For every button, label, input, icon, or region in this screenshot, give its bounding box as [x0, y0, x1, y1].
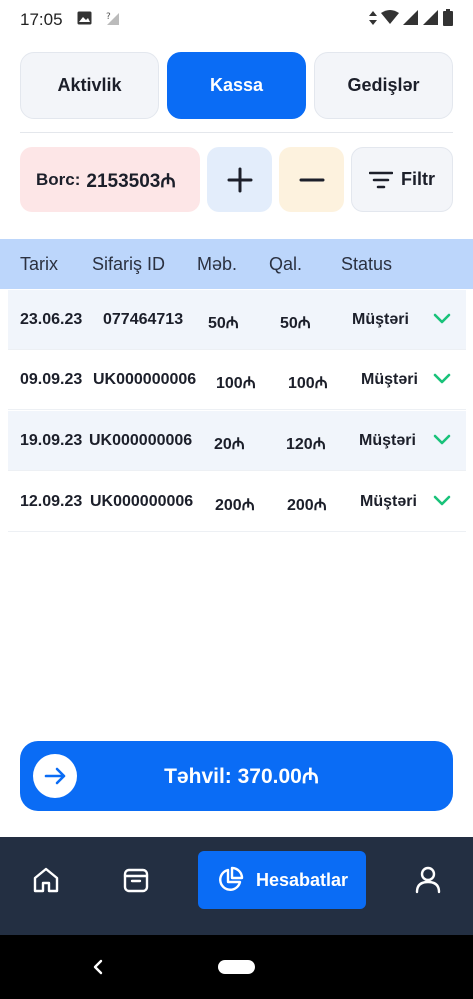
- signal-icon: [403, 10, 419, 30]
- pie-chart-icon: [219, 866, 244, 891]
- svg-text:?: ?: [106, 12, 111, 22]
- header-remaining: Qal.: [269, 254, 303, 274]
- system-nav-bar: [0, 935, 473, 999]
- header-status: Status: [341, 254, 393, 274]
- filter-label: Filtr: [401, 169, 435, 189]
- user-icon: [415, 866, 441, 894]
- row-status: Müştəri: [352, 311, 409, 328]
- status-bar: 17:05 ?: [0, 0, 473, 40]
- row-date: 23.06.23: [20, 311, 83, 328]
- row-remaining: 100₼: [288, 375, 328, 392]
- tab-bar: Aktivlik Kassa Gedişlər: [20, 52, 453, 119]
- row-remaining: 200₼: [287, 497, 327, 514]
- row-date: 09.09.23: [20, 371, 83, 388]
- nav-profile[interactable]: [406, 851, 450, 909]
- signal-icon-2: [423, 10, 439, 30]
- header-order-id: Sifariş ID: [92, 254, 166, 274]
- plus-icon: [227, 167, 252, 192]
- gallery-icon: [77, 10, 92, 30]
- table-header: Tarix Sifariş ID Məb. Qal. Status: [0, 239, 473, 289]
- archive-box-icon: [123, 868, 149, 893]
- row-remaining: 50₼: [280, 315, 311, 332]
- debt-label: Borc:: [36, 169, 81, 189]
- debt-card: Borc: 2153503₼: [20, 147, 200, 212]
- nav-reports[interactable]: Hesabatlar: [198, 851, 366, 909]
- handover-label: Təhvil: 370.00₼: [164, 765, 319, 788]
- table-row[interactable]: 23.06.23 077464713 50₼ 50₼ Müştəri: [8, 290, 466, 350]
- battery-icon: [443, 9, 453, 31]
- nav-orders[interactable]: [114, 851, 158, 909]
- home-pill[interactable]: [218, 960, 255, 974]
- header-date: Tarix: [20, 254, 59, 274]
- nav-home[interactable]: [25, 851, 67, 909]
- status-time: 17:05: [20, 10, 63, 29]
- header-amount: Məb.: [197, 254, 238, 274]
- arrow-right-icon: [44, 767, 66, 785]
- home-icon: [33, 867, 59, 893]
- row-amount: 50₼: [208, 315, 239, 332]
- divider: [20, 132, 453, 133]
- bottom-nav: Hesabatlar: [0, 837, 473, 935]
- row-order-id: 077464713: [103, 311, 184, 328]
- table-row[interactable]: 09.09.23 UK000000006 100₼ 100₼ Müştəri: [8, 350, 466, 410]
- actions-row: Borc: 2153503₼ Filtr: [20, 147, 453, 212]
- no-signal-icon: ?: [106, 10, 120, 31]
- arrow-right-circle: [33, 754, 77, 798]
- nav-reports-label: Hesabatlar: [255, 869, 349, 890]
- row-remaining: 120₼: [286, 436, 326, 453]
- table-row[interactable]: 19.09.23 UK000000006 20₼ 120₼ Müştəri: [8, 411, 466, 471]
- row-amount: 200₼: [215, 497, 255, 514]
- chevron-down-icon[interactable]: [432, 368, 452, 388]
- data-arrows-icon: [369, 10, 377, 30]
- row-status: Müştəri: [360, 493, 417, 510]
- back-icon[interactable]: [88, 955, 108, 979]
- filter-icon: [369, 171, 393, 188]
- row-status: Müştəri: [361, 371, 418, 388]
- add-button[interactable]: [207, 147, 272, 212]
- row-date: 12.09.23: [20, 493, 83, 510]
- chevron-down-icon[interactable]: [432, 429, 452, 449]
- chevron-down-icon[interactable]: [432, 308, 452, 328]
- wifi-icon: [381, 10, 399, 30]
- row-status: Müştəri: [359, 432, 416, 449]
- tab-gedisler[interactable]: Gedişlər: [314, 52, 453, 119]
- tab-aktivlik[interactable]: Aktivlik: [20, 52, 159, 119]
- tab-kassa[interactable]: Kassa: [167, 52, 306, 119]
- row-order-id: UK000000006: [90, 493, 194, 510]
- row-order-id: UK000000006: [93, 371, 197, 388]
- row-order-id: UK000000006: [89, 432, 193, 449]
- debt-value: 2153503₼: [86, 170, 176, 192]
- minus-icon: [299, 178, 324, 181]
- chevron-down-icon[interactable]: [432, 490, 452, 510]
- row-amount: 20₼: [214, 436, 245, 453]
- row-amount: 100₼: [216, 375, 256, 392]
- subtract-button[interactable]: [279, 147, 344, 212]
- row-date: 19.09.23: [20, 432, 83, 449]
- handover-button[interactable]: Təhvil: 370.00₼: [20, 741, 453, 811]
- table-row[interactable]: 12.09.23 UK000000006 200₼ 200₼ Müştəri: [8, 472, 466, 532]
- filter-button[interactable]: Filtr: [351, 147, 453, 212]
